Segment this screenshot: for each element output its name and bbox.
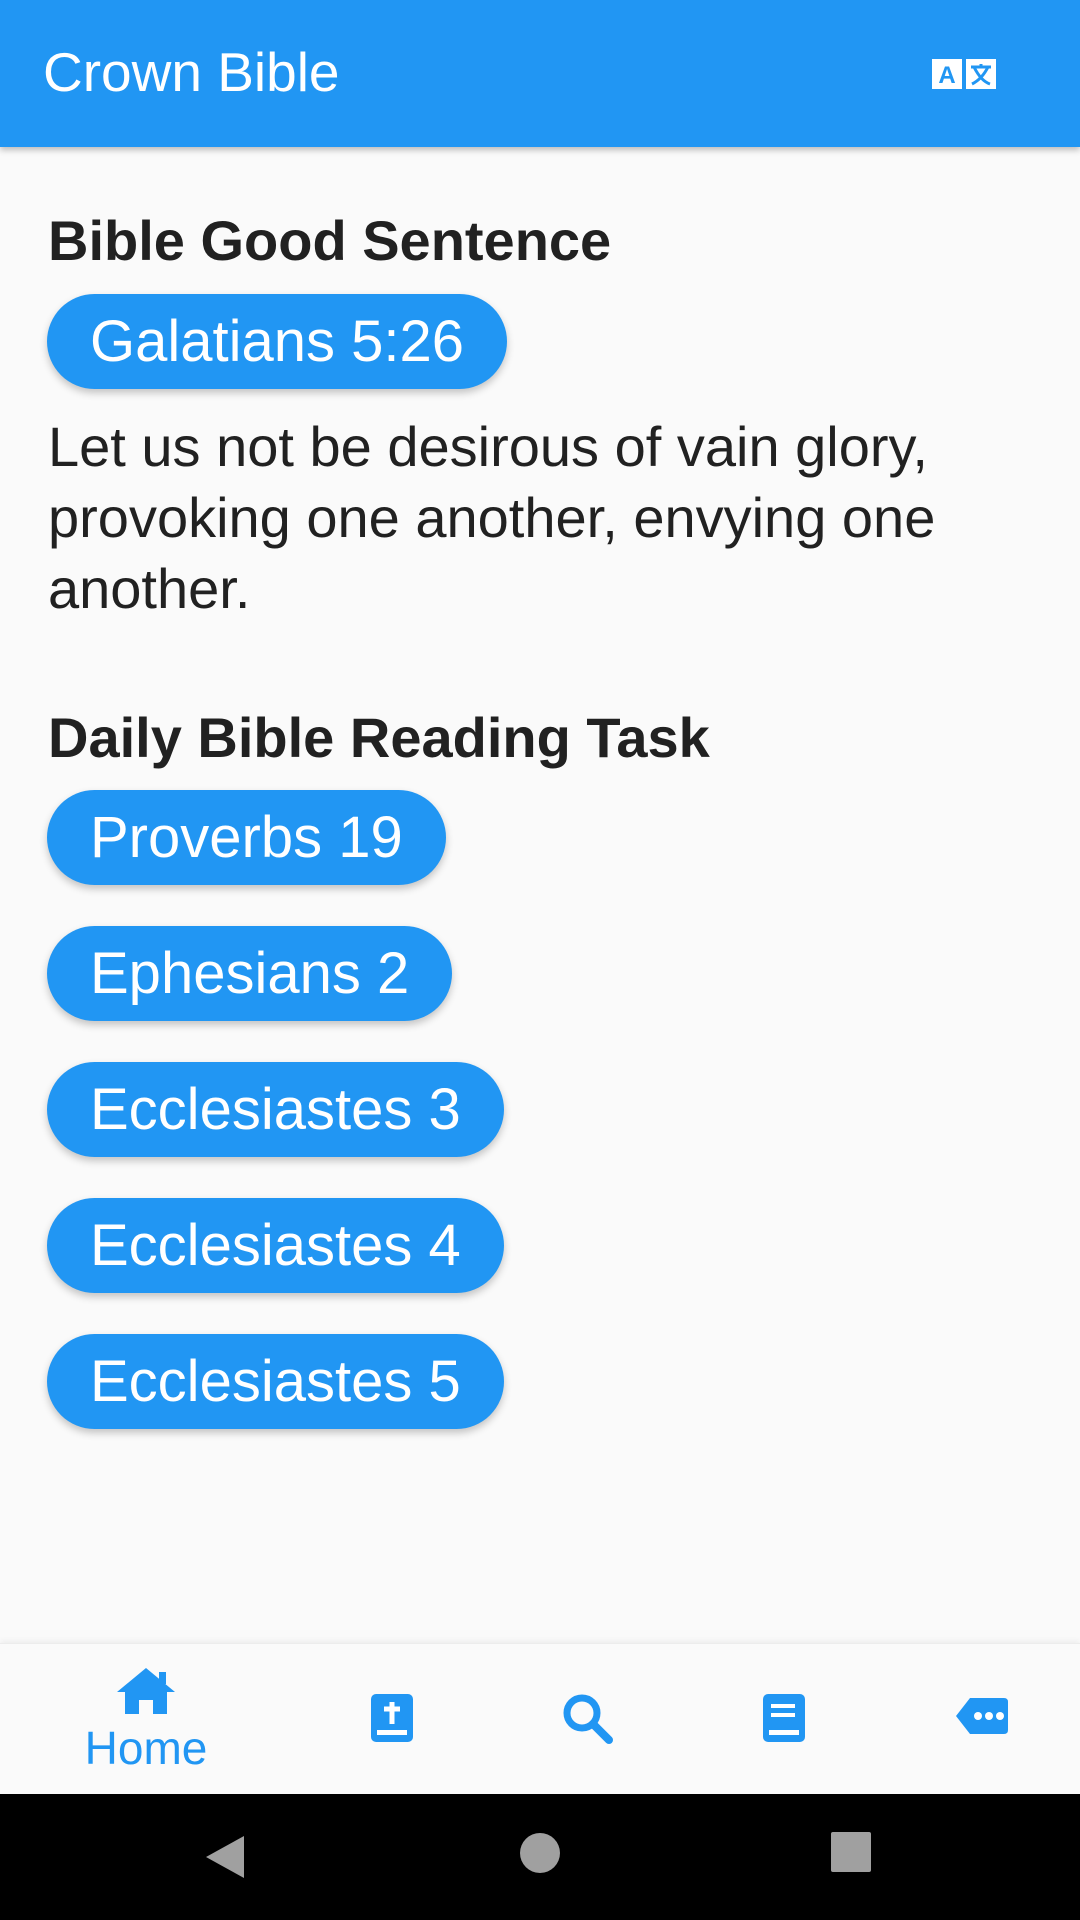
reading-task-heading: Daily Bible Reading Task bbox=[48, 706, 710, 769]
back-icon[interactable] bbox=[204, 1834, 246, 1880]
translate-icon: A bbox=[932, 59, 996, 89]
home-circle-icon[interactable] bbox=[519, 1832, 561, 1874]
reading-task-button[interactable]: Ephesians 2 bbox=[47, 926, 453, 1021]
book-icon bbox=[763, 1694, 805, 1742]
bible-icon bbox=[371, 1694, 413, 1742]
reading-task-button[interactable]: Ecclesiastes 4 bbox=[47, 1198, 504, 1293]
bottom-navigation: Home bbox=[0, 1643, 1080, 1794]
svg-text:A: A bbox=[938, 62, 955, 89]
verse-reference-button[interactable]: Galatians 5:26 bbox=[47, 294, 508, 389]
home-icon bbox=[117, 1668, 175, 1714]
nav-item-messages[interactable] bbox=[892, 1644, 1072, 1795]
recents-icon[interactable] bbox=[831, 1832, 871, 1872]
nav-item-bible[interactable] bbox=[302, 1644, 482, 1795]
app-title: Crown Bible bbox=[43, 41, 340, 103]
search-icon bbox=[563, 1694, 613, 1744]
reading-task-button[interactable]: Ecclesiastes 3 bbox=[47, 1062, 504, 1157]
nav-label-home: Home bbox=[84, 1722, 208, 1774]
translate-button[interactable]: A bbox=[920, 44, 1008, 104]
reading-task-button[interactable]: Proverbs 19 bbox=[47, 790, 446, 885]
app-bar: Crown Bible A bbox=[0, 0, 1080, 147]
good-sentence-heading: Bible Good Sentence bbox=[48, 209, 612, 272]
message-icon bbox=[956, 1698, 1008, 1734]
reading-task-button[interactable]: Ecclesiastes 5 bbox=[47, 1334, 504, 1429]
nav-item-search[interactable] bbox=[497, 1644, 677, 1795]
verse-text: Let us not be desirous of vain glory, pr… bbox=[48, 415, 936, 620]
system-navigation-bar bbox=[0, 1794, 1080, 1920]
nav-item-book[interactable] bbox=[694, 1644, 874, 1795]
nav-item-home[interactable]: Home bbox=[56, 1644, 236, 1795]
